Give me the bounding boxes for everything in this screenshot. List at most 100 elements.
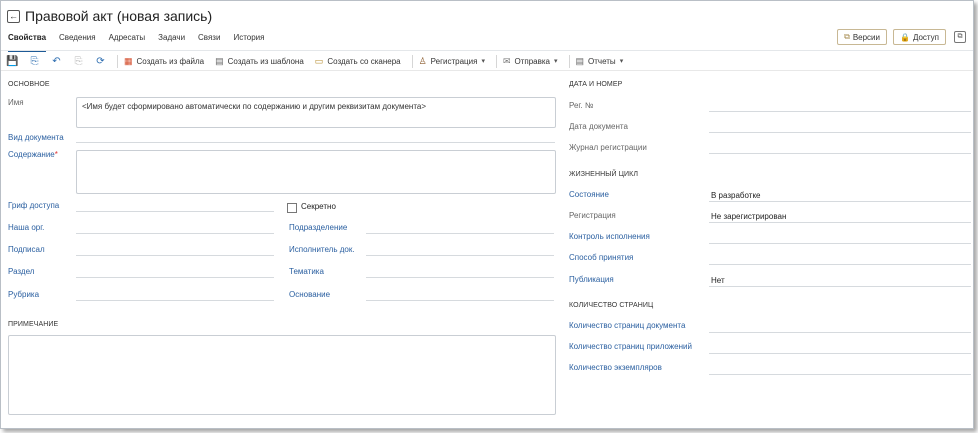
page-title: Правовой акт (новая запись) [25,8,213,24]
copy-icon[interactable]: ⎘ [73,56,84,67]
doc-pages-field[interactable] [709,332,971,333]
section-main-title: ОСНОВНОЕ [8,81,50,88]
registration-label: Регистрация [430,56,478,66]
report-icon: ▤ [575,55,585,66]
doc-date-label: Дата документа [569,122,628,131]
create-from-scanner-button[interactable]: ▭ Создать со сканера [315,56,401,67]
name-label: Имя [8,98,24,107]
toolbar-separator [117,54,118,68]
department-field[interactable] [366,233,554,234]
section-date-title: ДАТА И НОМЕР [569,81,623,88]
doc-pages-label[interactable]: Количество страниц документа [569,321,685,330]
department-label[interactable]: Подразделение [289,223,347,232]
toolbar-separator [495,54,497,68]
tab-details[interactable]: Сведения [59,33,96,47]
create-from-template-button[interactable]: ▤ Создать из шаблона [215,56,304,67]
name-field[interactable]: <Имя будет сформировано автоматически по… [76,97,556,128]
executor-field[interactable] [366,255,554,256]
tab-addressees[interactable]: Адресаты [109,33,146,47]
tab-tasks[interactable]: Задачи [158,33,185,47]
copies-label[interactable]: Количество экземпляров [569,363,662,372]
section-note-title: ПРИМЕЧАНИЕ [8,321,59,328]
journal-field[interactable] [709,153,971,154]
section-pages-title: КОЛИЧЕСТВО СТРАНИЦ [569,302,654,309]
create-from-file-button[interactable]: ▦ Создать из файла [124,56,204,67]
open-in-new-window-icon[interactable]: ⧉ [954,31,966,43]
control-field[interactable] [709,243,971,244]
topic-label[interactable]: Тематика [289,267,324,276]
registration-icon: ♙ [418,55,427,66]
publication-field[interactable] [709,286,971,287]
save-icon[interactable]: 💾 [6,56,18,67]
signed-field[interactable] [76,255,274,256]
template-icon: ▤ [215,55,224,66]
access-label[interactable]: Гриф доступа [8,201,59,210]
undo-icon[interactable]: ↶ [51,56,62,67]
content-label[interactable]: Содержание* [8,150,58,159]
doc-date-field[interactable] [709,132,971,133]
required-marker: * [54,150,58,159]
tab-links[interactable]: Связи [198,33,220,47]
adoption-label[interactable]: Способ принятия [569,253,633,262]
content-label-text: Содержание [8,150,55,159]
reports-label: Отчеты [588,56,616,66]
sending-label: Отправка [514,56,551,66]
rubric-label[interactable]: Рубрика [8,290,39,299]
registration-dropdown[interactable]: ♙ Регистрация ▾ [419,56,485,67]
registration-label: Регистрация [569,211,616,220]
access-label: Доступ [912,32,939,42]
rubric-field[interactable] [76,300,274,301]
reg-no-field[interactable] [709,111,971,112]
content-field[interactable] [76,150,556,194]
section-field[interactable] [76,277,274,278]
office-icon: ▦ [124,55,133,66]
versions-button[interactable]: ⧉ Версии [837,29,887,45]
tab-history[interactable]: История [233,33,264,47]
back-arrow-icon[interactable]: ← [7,9,20,23]
app-pages-label[interactable]: Количество страниц приложений [569,342,692,351]
publication-label[interactable]: Публикация [569,275,614,284]
reports-dropdown[interactable]: ▤ Отчеты ▾ [576,56,624,67]
scanner-icon: ▭ [314,55,324,66]
save-and-close-icon[interactable]: ⎘ [29,56,40,67]
state-value: В разработке [711,191,761,200]
tab-properties[interactable]: Свойства [8,33,47,52]
registration-field [709,222,971,223]
toolbar-separator [411,54,413,68]
control-label[interactable]: Контроль исполнения [569,232,650,241]
access-button[interactable]: 🔒 Доступ [892,29,946,45]
create-from-template-label: Создать из шаблона [227,56,304,66]
section-label[interactable]: Раздел [8,267,34,276]
tabs-divider [1,50,973,51]
versions-icon: ⧉ [844,32,850,41]
basis-field[interactable] [366,300,554,301]
doc-type-field[interactable] [76,142,555,143]
sending-dropdown[interactable]: ✉ Отправка ▾ [503,56,558,67]
basis-label[interactable]: Основание [289,290,330,299]
state-field[interactable] [709,201,971,202]
note-field[interactable] [8,335,556,415]
app-pages-field[interactable] [709,353,971,354]
our-org-field[interactable] [76,233,274,234]
versions-label: Версии [852,32,880,42]
adoption-field[interactable] [709,264,971,265]
copies-field[interactable] [709,374,971,375]
topic-field[interactable] [366,277,554,278]
secret-checkbox[interactable] [287,203,297,213]
doc-type-label[interactable]: Вид документа [8,133,64,142]
access-field[interactable] [76,211,274,212]
create-from-scanner-label: Создать со сканера [327,56,401,66]
chevron-down-icon: ▾ [481,58,485,65]
section-lifecycle-title: ЖИЗНЕННЫЙ ЦИКЛ [569,171,639,178]
our-org-label[interactable]: Наша орг. [8,223,44,232]
toolbar: 💾 ⎘ ↶ ⎘ ⟳ ▦ Создать из файла ▤ Создать и… [6,54,634,68]
signed-label[interactable]: Подписал [8,245,45,254]
chevron-down-icon: ▾ [554,58,558,65]
publication-value: Нет [711,276,725,285]
refresh-icon[interactable]: ⟳ [95,56,106,67]
document-window: ← Правовой акт (новая запись) Свойства С… [0,0,974,429]
executor-label[interactable]: Исполнитель док. [289,245,355,254]
state-label[interactable]: Состояние [569,190,609,199]
name-value: <Имя будет сформировано автоматически по… [82,102,427,111]
chevron-down-icon: ▾ [619,58,624,65]
